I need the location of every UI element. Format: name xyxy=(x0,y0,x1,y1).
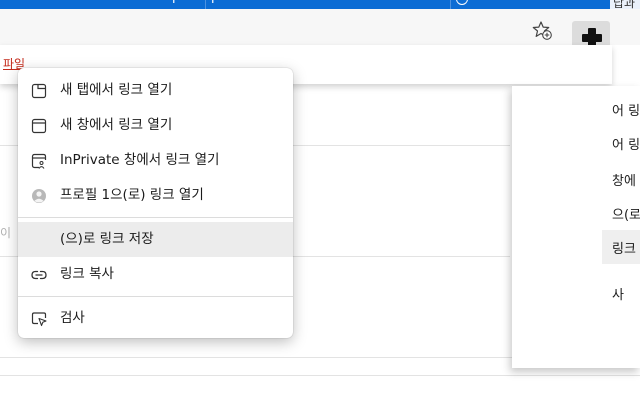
tab-title-fragment: г xyxy=(172,0,184,9)
side-item[interactable]: 으(로 xyxy=(612,204,640,223)
profile-avatar-icon xyxy=(30,187,48,205)
tab-separator xyxy=(450,0,451,9)
menu-item-label: InPrivate 창에서 링크 열기 xyxy=(60,152,220,168)
menu-separator xyxy=(18,296,293,297)
divider xyxy=(0,375,640,376)
browser-toolbar xyxy=(0,9,640,53)
background-text-fragment: 이 xyxy=(0,226,12,240)
menu-item-open-link-new-tab[interactable]: 새 탭에서 링크 열기 xyxy=(18,73,293,108)
menu-item-open-link-new-window[interactable]: 새 창에서 링크 열기 xyxy=(18,108,293,143)
side-item[interactable]: 창에 xyxy=(612,170,636,189)
inprivate-window-icon xyxy=(30,152,48,170)
menu-item-label: 검사 xyxy=(60,310,85,326)
menu-item-inspect[interactable]: 검사 xyxy=(18,301,293,336)
title-bar: г г 답과 xyxy=(0,0,640,12)
menu-item-open-link-profile[interactable]: 프로필 1으(로) 링크 열기 xyxy=(18,178,293,213)
menu-item-open-link-inprivate[interactable]: InPrivate 창에서 링크 열기 xyxy=(18,143,293,178)
tab-title-fragment: г xyxy=(211,0,223,9)
tab-separator xyxy=(205,0,206,9)
menu-separator xyxy=(18,217,293,218)
add-favorite-button[interactable] xyxy=(531,19,553,41)
link-context-menu: 새 탭에서 링크 열기 새 창에서 링크 열기 InPrivate 창에서 링크… xyxy=(18,68,293,338)
new-window-icon xyxy=(30,117,48,135)
menu-item-save-link-as[interactable]: (으)로 링크 저장 xyxy=(18,222,293,257)
menu-item-label: 링크 복사 xyxy=(60,266,114,282)
side-item[interactable]: 사 xyxy=(612,284,624,303)
menu-item-label: (으)로 링크 저장 xyxy=(60,231,154,247)
menu-item-label: 프로필 1으(로) 링크 열기 xyxy=(60,187,204,203)
side-context-panel: 어 링 어 링 창에 으(로 링크 저 사 xyxy=(512,86,640,368)
star-add-icon xyxy=(532,21,552,40)
menu-item-copy-link[interactable]: 링크 복사 xyxy=(18,257,293,292)
menu-item-label: 새 창에서 링크 열기 xyxy=(60,117,173,133)
side-item[interactable]: 링크 저 xyxy=(612,238,640,257)
menu-item-label: 새 탭에서 링크 열기 xyxy=(60,82,173,98)
inspect-icon xyxy=(30,310,48,328)
side-item[interactable]: 어 링 xyxy=(612,134,640,153)
link-icon xyxy=(30,266,48,284)
side-item[interactable]: 어 링 xyxy=(612,100,640,119)
new-tab-icon xyxy=(30,82,48,100)
tab-loading-icon xyxy=(456,0,470,9)
